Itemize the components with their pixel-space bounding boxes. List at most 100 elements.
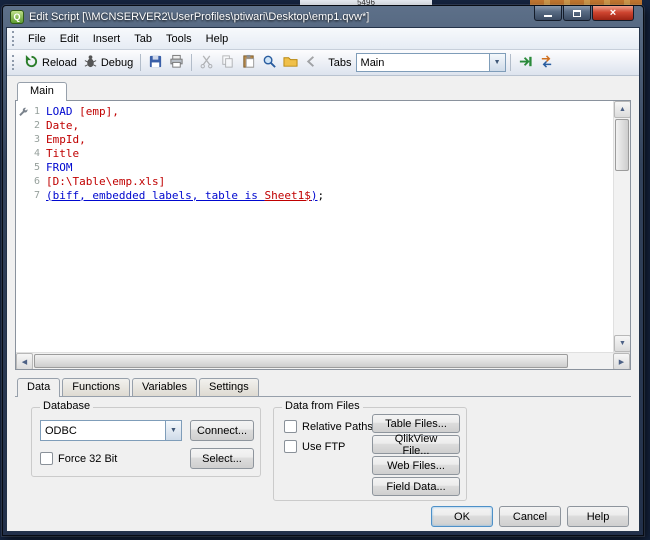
code-field: [emp], — [79, 104, 119, 118]
reload-label: Reload — [42, 56, 77, 69]
database-dropdown[interactable]: ODBC ▼ — [40, 420, 182, 441]
dialog-footer: OK Cancel Help — [15, 500, 631, 527]
help-button[interactable]: Help — [567, 506, 629, 527]
menu-file[interactable]: File — [21, 30, 53, 48]
database-group: Database ODBC ▼ Connect... Force 32 Bit … — [31, 400, 261, 477]
code-format-spec: ) — [310, 188, 318, 202]
maximize-button[interactable] — [563, 6, 591, 21]
move-tab-button[interactable] — [536, 52, 557, 74]
tab-selector-value: Main — [360, 56, 385, 69]
menu-edit[interactable]: Edit — [53, 30, 86, 48]
web-files-button[interactable]: Web Files... — [372, 456, 460, 475]
hscroll-track[interactable] — [33, 353, 613, 369]
folder-icon — [283, 54, 298, 72]
window-controls: × — [534, 6, 634, 21]
ok-button[interactable]: OK — [431, 506, 493, 527]
code-sheet-name: Sheet1$ — [264, 188, 311, 202]
chevron-down-icon[interactable]: ▼ — [488, 54, 505, 71]
panel-tab-strip: Data Functions Variables Settings — [15, 378, 631, 397]
minimize-button[interactable] — [534, 6, 562, 21]
code-keyword: FROM — [46, 160, 73, 174]
tab-functions[interactable]: Functions — [62, 378, 130, 397]
line-number: 6 — [33, 175, 40, 187]
qlikview-file-button[interactable]: QlikView File... — [372, 433, 460, 457]
copy-button — [217, 52, 238, 74]
window-title: Edit Script [\\MCNSERVER2\UserProfiles\p… — [29, 10, 370, 23]
cancel-button[interactable]: Cancel — [499, 506, 561, 527]
vscroll-thumb[interactable] — [615, 119, 629, 171]
menubar-gripper[interactable] — [12, 31, 16, 46]
debug-icon — [83, 54, 98, 72]
code-line: 2 Date, — [16, 118, 613, 132]
find-button[interactable] — [259, 52, 280, 74]
chevron-down-icon[interactable]: ▼ — [165, 421, 181, 440]
tab-variables[interactable]: Variables — [131, 378, 197, 397]
scroll-down-icon[interactable]: ▼ — [614, 335, 630, 352]
checkbox-icon[interactable] — [40, 452, 53, 465]
select-button[interactable]: Select... — [190, 448, 254, 469]
script-tab-main[interactable]: Main — [17, 82, 67, 101]
paste-button[interactable] — [238, 52, 259, 74]
bottom-panel: Data Functions Variables Settings Databa… — [7, 370, 639, 531]
menu-help[interactable]: Help — [199, 30, 236, 48]
use-ftp-checkbox[interactable]: Use FTP — [284, 440, 345, 453]
close-button[interactable]: × — [592, 6, 634, 21]
tab-data[interactable]: Data — [17, 378, 61, 397]
vscroll-track[interactable] — [614, 118, 630, 335]
scroll-right-icon[interactable]: ▶ — [613, 353, 630, 369]
maximize-icon — [573, 9, 581, 17]
debug-button[interactable]: Debug — [80, 52, 136, 74]
field-data-button[interactable]: Field Data... — [372, 477, 460, 496]
reload-icon — [24, 54, 39, 72]
insert-tab-icon — [518, 54, 533, 72]
script-code-input[interactable]: 1 LOAD [emp], 2 Date, 3 EmpId, 4 Title 5… — [16, 101, 613, 352]
script-tab-strip: Main — [15, 82, 631, 101]
menu-tools[interactable]: Tools — [159, 30, 199, 48]
menu-tab[interactable]: Tab — [127, 30, 159, 48]
app-icon: Q — [10, 9, 24, 24]
code-field: EmpId, — [46, 132, 86, 146]
print-button[interactable] — [166, 52, 187, 74]
force-32bit-checkbox[interactable]: Force 32 Bit — [40, 452, 117, 465]
toolbar-separator — [191, 54, 193, 71]
table-files-button[interactable]: Table Files... — [372, 414, 460, 433]
scroll-up-icon[interactable]: ▲ — [614, 101, 630, 118]
toolbar-gripper[interactable] — [12, 55, 16, 70]
database-dropdown-value: ODBC — [45, 424, 77, 437]
code-field: [D:\Table\emp.xls] — [46, 174, 166, 188]
line-number: 1 — [33, 105, 40, 117]
move-tab-icon — [539, 54, 554, 72]
tab-settings[interactable]: Settings — [199, 378, 259, 397]
insert-tab-button[interactable] — [515, 52, 536, 74]
save-button[interactable] — [145, 52, 166, 74]
code-punctuation: ; — [317, 188, 325, 202]
tab-selector-combo[interactable]: Main ▼ — [355, 53, 506, 72]
relative-paths-checkbox[interactable]: Relative Paths — [284, 420, 373, 433]
titlebar[interactable]: Q Edit Script [\\MCNSERVER2\UserProfiles… — [6, 6, 640, 27]
desktop: { "desktop": { "artifact": "5496" }, "wi… — [0, 0, 650, 540]
toolbar-separator — [509, 54, 511, 71]
open-file-button[interactable] — [280, 52, 301, 74]
code-line: 4 Title — [16, 146, 613, 160]
edit-script-window: Q Edit Script [\\MCNSERVER2\UserProfiles… — [2, 5, 644, 536]
code-format-spec: (biff, embedded labels, table is — [46, 188, 265, 202]
save-icon — [148, 54, 163, 72]
checkbox-icon[interactable] — [284, 420, 297, 433]
script-editor: 1 LOAD [emp], 2 Date, 3 EmpId, 4 Title 5… — [15, 100, 631, 370]
code-line: 7 (biff, embedded labels, table is Sheet… — [16, 188, 613, 202]
reload-button[interactable]: Reload — [21, 52, 80, 74]
debug-label: Debug — [100, 56, 134, 69]
print-icon — [169, 54, 184, 72]
line-number: 5 — [33, 161, 40, 173]
checkbox-icon[interactable] — [284, 440, 297, 453]
connect-button[interactable]: Connect... — [190, 420, 254, 441]
script-area: Main 1 LOAD [emp], 2 Date, 3 EmpId, 4 Ti… — [7, 76, 639, 370]
data-tab-panel: Database ODBC ▼ Connect... Force 32 Bit … — [15, 396, 631, 501]
scroll-left-icon[interactable]: ◀ — [16, 353, 33, 369]
code-line: 1 LOAD [emp], — [16, 104, 613, 118]
vertical-scrollbar[interactable]: ▲ ▼ — [613, 101, 630, 352]
hscroll-thumb[interactable] — [34, 354, 568, 368]
menu-insert[interactable]: Insert — [86, 30, 128, 48]
horizontal-scrollbar[interactable]: ◀ ▶ — [16, 352, 630, 369]
copy-icon — [220, 54, 235, 72]
